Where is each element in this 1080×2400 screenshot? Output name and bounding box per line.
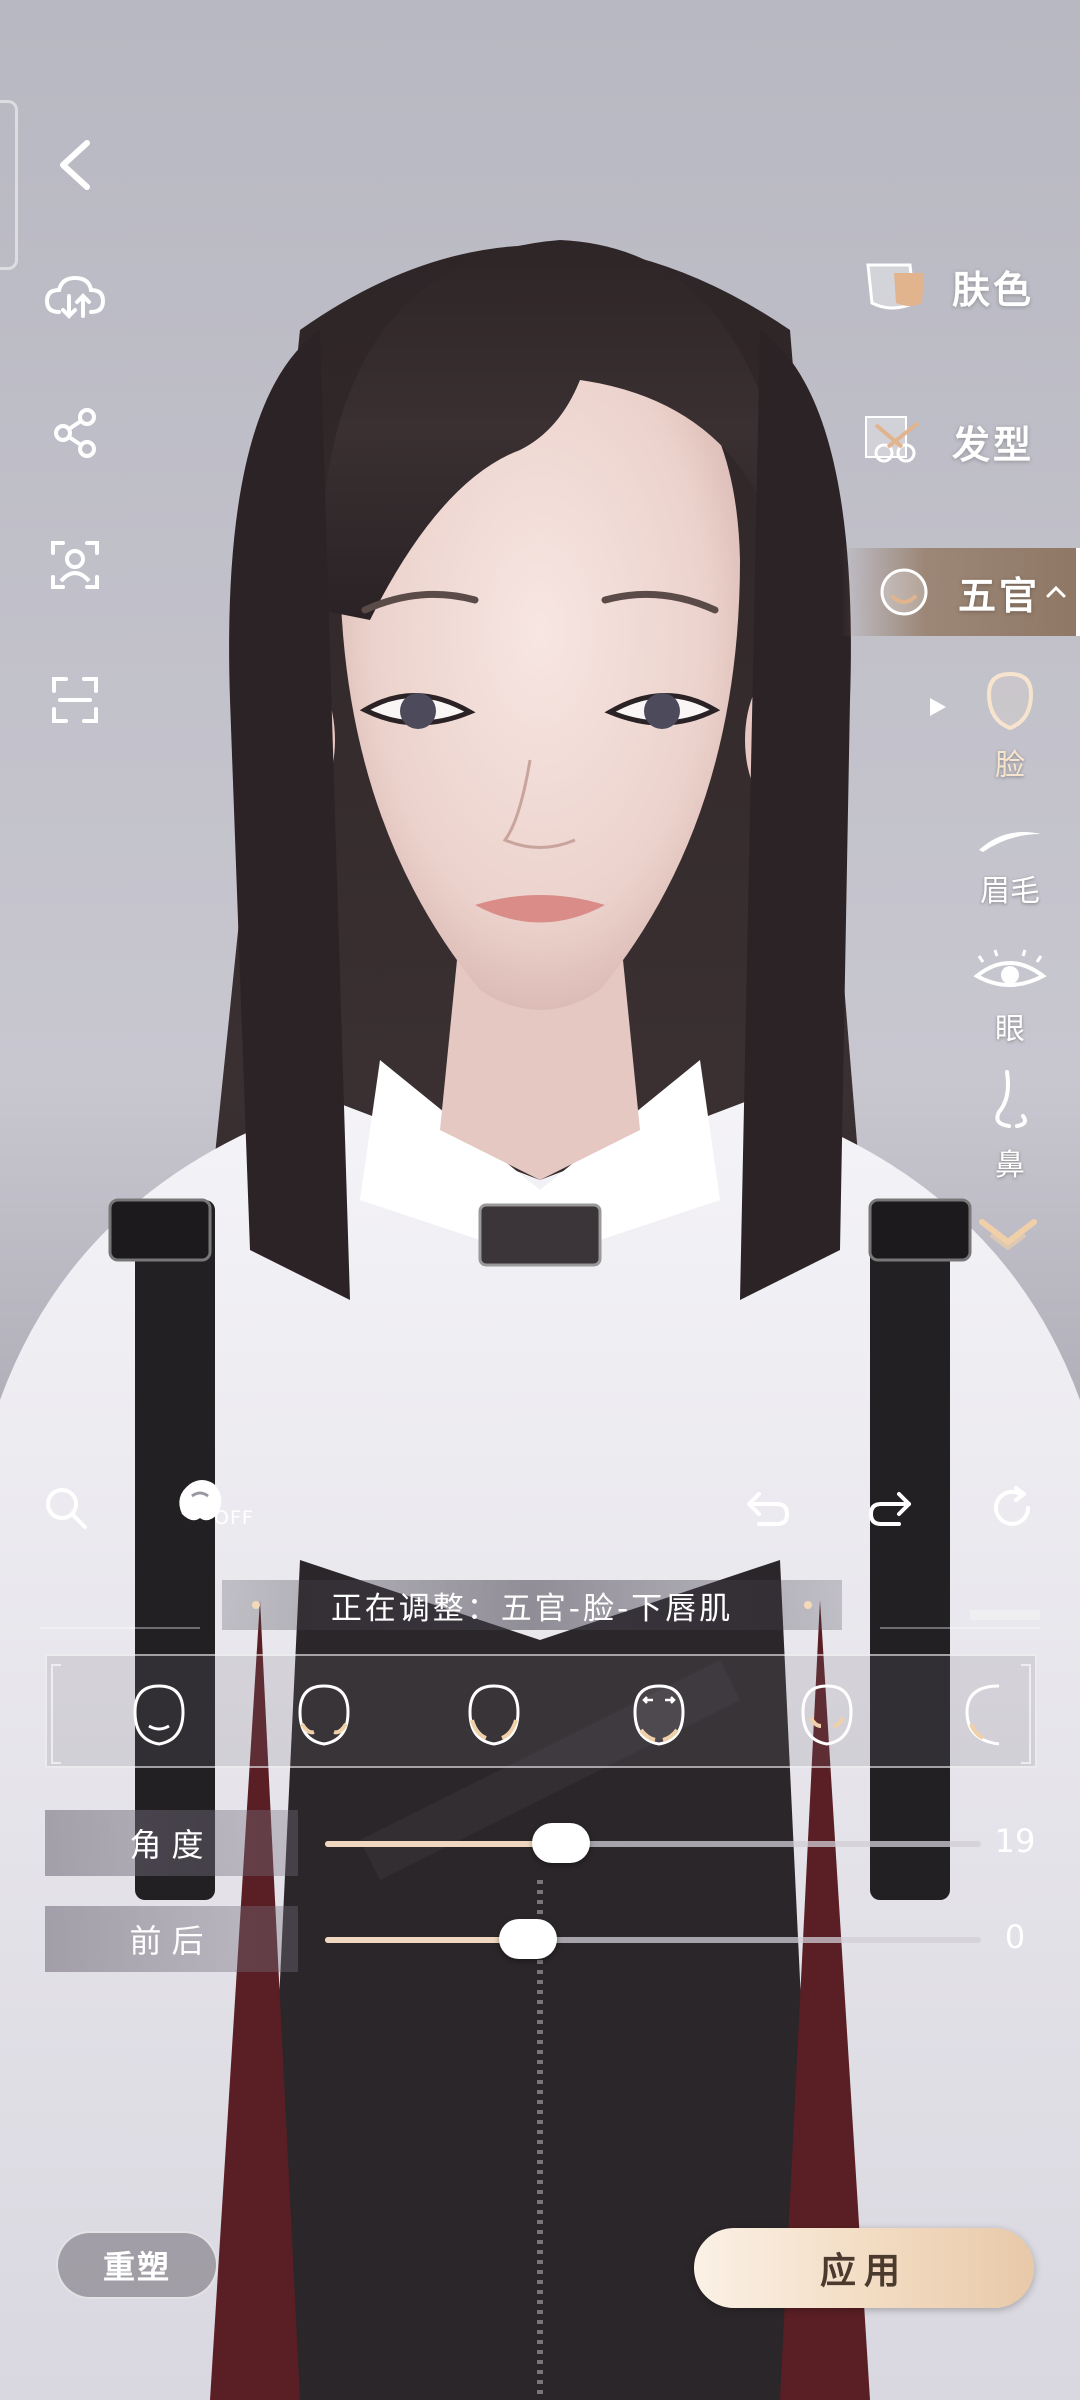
subcategory-face[interactable]: 脸 (960, 668, 1060, 784)
selection-arrow-icon (930, 698, 946, 716)
slider-thumb[interactable] (532, 1823, 591, 1863)
slider-label-box: 前后 (45, 1906, 298, 1972)
slider-value: 19 (994, 1822, 1036, 1860)
subcategory-label: 眉毛 (980, 874, 1040, 909)
redo-button[interactable] (858, 1476, 922, 1540)
subcategory-eyebrow[interactable]: 眉毛 (960, 820, 1060, 910)
face-shape-option[interactable] (795, 1680, 859, 1750)
character-preview (0, 0, 1080, 2400)
eye-icon (973, 949, 1047, 987)
undo-button[interactable] (736, 1476, 800, 1540)
search-icon (46, 1488, 87, 1529)
slider-track[interactable] (325, 1919, 981, 1959)
slider-track[interactable] (325, 1823, 981, 1863)
slider-label-box: 角度 (45, 1810, 298, 1876)
cloud-sync-icon (44, 275, 106, 319)
banner-dot (252, 1601, 260, 1609)
subcategory-nose[interactable]: 鼻 (960, 1068, 1060, 1184)
slider-depth: 前后 0 (45, 1906, 1045, 1972)
left-bracket-decoration (0, 100, 18, 270)
reshape-label: 重塑 (102, 2248, 171, 2286)
slider-thumb[interactable] (499, 1919, 558, 1959)
subcategory-eye[interactable]: 眼 (960, 948, 1060, 1048)
face-shape-option-selected[interactable] (627, 1680, 691, 1750)
category-skin-tone[interactable]: 肤色 (862, 242, 1080, 330)
banner-dot (804, 1601, 812, 1609)
apply-button[interactable]: 应用 (694, 2228, 1034, 2308)
effect-toggle-state: OFF (214, 1507, 254, 1529)
face-shape-option[interactable] (462, 1680, 526, 1750)
adjusting-status-banner: 正在调整：五官-脸-下唇肌 (222, 1580, 842, 1630)
search-button[interactable] (34, 1476, 98, 1540)
nose-icon (995, 1070, 1027, 1128)
subcategory-label: 脸 (995, 748, 1025, 783)
face-icon (880, 568, 928, 616)
slider-value: 0 (1004, 1918, 1026, 1956)
refresh-icon (994, 1486, 1030, 1526)
slider-label: 前后 (129, 1922, 214, 1960)
chevron-left-icon (60, 140, 90, 190)
more-subcategories-chevron-icon[interactable] (978, 1218, 1038, 1262)
face-scan-button[interactable] (40, 530, 110, 600)
face-outline-icon (986, 671, 1034, 731)
undo-icon (747, 1492, 790, 1526)
apply-label: 应用 (819, 2251, 908, 2292)
scan-frame-icon (52, 677, 98, 723)
subcategory-label: 眼 (995, 1012, 1025, 1047)
cloud-sync-button[interactable] (40, 262, 110, 332)
status-text: 正在调整：五官-脸-下唇肌 (330, 1590, 734, 1627)
category-facial-features[interactable]: 五官 (840, 548, 1080, 636)
category-label: 肤色 (951, 267, 1034, 312)
share-button[interactable] (40, 398, 110, 468)
back-button[interactable] (40, 130, 110, 200)
slider-fill (325, 1841, 562, 1847)
eyebrow-icon (979, 832, 1041, 852)
face-shape-option[interactable] (292, 1680, 356, 1750)
face-shape-option[interactable] (127, 1680, 191, 1750)
share-icon (54, 408, 96, 458)
face-shape-option-partial[interactable] (959, 1680, 1003, 1750)
chevron-up-icon (1046, 585, 1066, 598)
redo-icon (868, 1492, 911, 1526)
reset-view-button[interactable] (980, 1476, 1044, 1540)
slider-angle: 角度 19 (45, 1810, 1045, 1876)
slider-label: 角度 (129, 1826, 214, 1864)
screenshot-button[interactable] (40, 665, 110, 735)
face-shape-carousel (45, 1654, 1037, 1768)
reshape-button[interactable]: 重塑 (56, 2231, 218, 2299)
subcategory-label: 鼻 (995, 1148, 1025, 1183)
scissors-icon (864, 416, 920, 463)
category-label: 五官 (957, 573, 1040, 618)
category-label: 发型 (951, 422, 1034, 467)
slider-fill (325, 1937, 529, 1943)
skin-swatch-icon (866, 263, 924, 310)
person-frame-icon (51, 541, 99, 589)
category-hairstyle[interactable]: 发型 (862, 397, 1080, 485)
